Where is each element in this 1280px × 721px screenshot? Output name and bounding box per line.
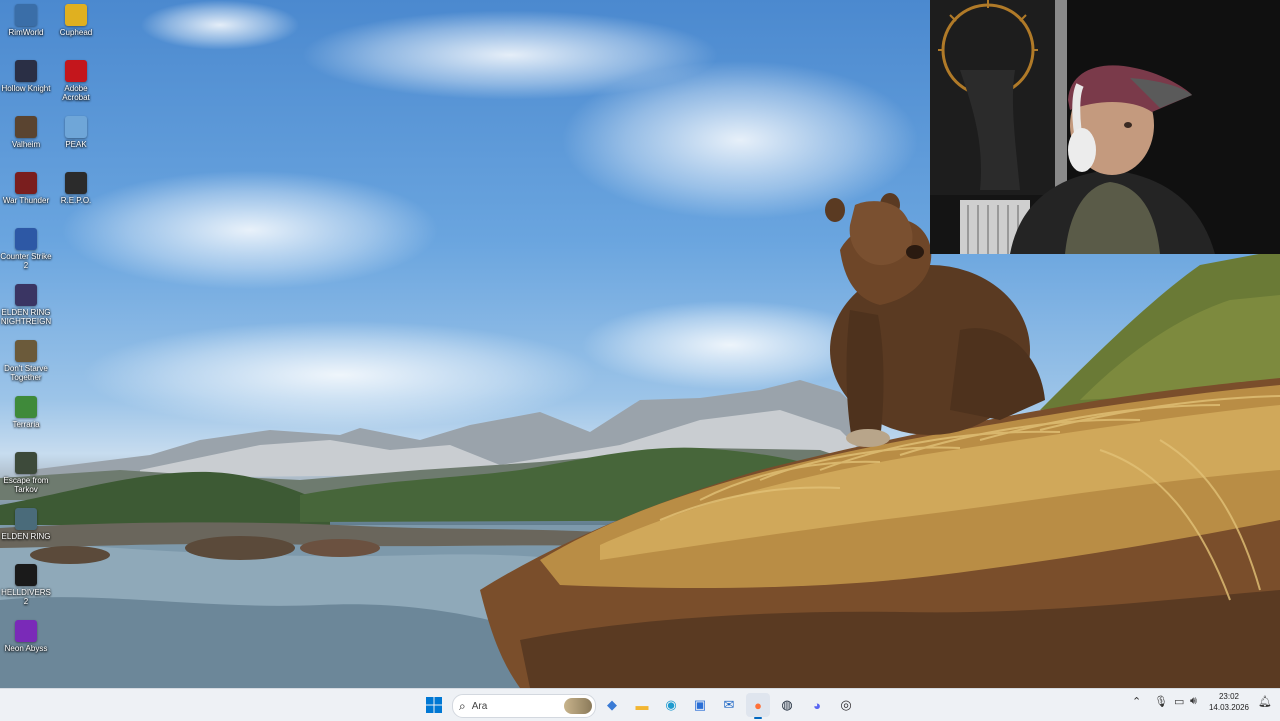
webcam-feed	[930, 0, 1280, 254]
desktop-shortcut-label: ELDEN RING NIGHTREIGN	[0, 308, 52, 326]
folder-icon[interactable]: ▬	[630, 693, 654, 717]
desktop-shortcut-label: PEAK	[65, 140, 87, 149]
discord-icon[interactable]: ◕	[805, 693, 829, 717]
rimworld-icon	[15, 4, 37, 26]
steam-glyph: ◍	[781, 697, 793, 712]
desktop-shortcut-label: War Thunder	[2, 196, 50, 205]
obs-icon[interactable]: ◎	[834, 693, 858, 717]
cs2-icon	[15, 228, 37, 250]
search-icon: ⌕	[459, 698, 466, 713]
obs-glyph: ◎	[840, 697, 852, 712]
terraria-icon	[15, 396, 37, 418]
steam-icon[interactable]: ◍	[775, 693, 799, 717]
taskbar-search-box[interactable]: ⌕ Ara	[452, 694, 596, 718]
desktop-shortcut-label: Counter Strike 2	[0, 252, 52, 270]
desktop-shortcut-label: Don't Starve Together	[4, 364, 48, 382]
outlook-glyph: ✉	[723, 697, 735, 712]
desktop-shortcut-label: Cuphead	[59, 28, 93, 37]
desktop-shortcut-label: Hollow Knight	[1, 84, 51, 93]
elden-ring-icon	[15, 508, 37, 530]
desktop-shortcut-label: Escape from Tarkov	[3, 476, 49, 494]
chevron-up-icon[interactable]: ⌃	[1132, 695, 1141, 708]
volume-icon[interactable]: 🔊︎	[1190, 695, 1197, 708]
nightreign-icon	[15, 284, 37, 306]
neon-abyss-icon	[15, 620, 37, 642]
desktop-shortcut[interactable]: Don't Starve Together	[0, 340, 52, 382]
desktop-shortcut-label: HELLDIVERS 2	[1, 588, 51, 606]
store-icon[interactable]: ▣	[688, 693, 712, 717]
desktop-shortcut-label: Terraria	[12, 420, 40, 429]
desktop-shortcut[interactable]: R.E.P.O.	[50, 172, 102, 205]
desktop-shortcut[interactable]: ELDEN RING NIGHTREIGN	[0, 284, 52, 326]
store-glyph: ▣	[693, 697, 707, 712]
webcam-overlay	[930, 0, 1280, 254]
desktop-shortcut[interactable]: ELDEN RING	[0, 508, 52, 541]
desktop-shortcut[interactable]: RimWorld	[0, 4, 52, 37]
file-explorer-glyph: ▬	[635, 697, 649, 713]
desktop-shortcut-label: RimWorld	[8, 28, 44, 37]
notification-bell-icon[interactable]: 🔔︎	[1258, 695, 1272, 708]
widgets-glyph: ◆	[607, 697, 617, 712]
valheim-icon	[15, 116, 37, 138]
discord-glyph: ◕	[813, 697, 821, 713]
repo-icon	[65, 172, 87, 194]
desktop-shortcut[interactable]: Escape from Tarkov	[0, 452, 52, 494]
network-icon[interactable]: ▭	[1174, 695, 1184, 708]
desktop-shortcut-label: ELDEN RING	[1, 532, 51, 541]
widgets-icon[interactable]: ◆	[600, 693, 624, 717]
clock-date: 14.03.2026	[1208, 703, 1250, 712]
dont-starve-icon	[15, 340, 37, 362]
desktop-shortcut[interactable]: Adobe Acrobat	[50, 60, 102, 102]
helldivers-icon	[15, 564, 37, 586]
windows-start-icon[interactable]	[422, 693, 446, 717]
hollow-knight-icon	[15, 60, 37, 82]
taskbar: ⌕ Ara ◆ ▬ ◉ ▣ ✉ ● ◍ ◕ ◎ ⌃ 🎙︎ ▭ 🔊︎ 23:02 14.03.20…	[0, 688, 1280, 721]
edge-icon[interactable]: ◉	[659, 693, 683, 717]
peak-icon	[65, 116, 87, 138]
desktop-shortcut[interactable]: Cuphead	[50, 4, 102, 37]
firefox-icon[interactable]: ●	[746, 693, 770, 719]
clock-time: 23:02	[1218, 692, 1240, 701]
desktop-shortcut-label: R.E.P.O.	[60, 196, 92, 205]
desktop-shortcut[interactable]: Valheim	[0, 116, 52, 149]
desktop-shortcut[interactable]: Counter Strike 2	[0, 228, 52, 270]
desktop-shortcut-label: Valheim	[11, 140, 41, 149]
outlook-icon[interactable]: ✉	[717, 693, 741, 717]
system-clock[interactable]: 23:02 14.03.2026	[1204, 691, 1254, 713]
desktop-shortcut[interactable]: HELLDIVERS 2	[0, 564, 52, 606]
desktop-shortcut[interactable]: PEAK	[50, 116, 102, 149]
desktop-shortcut[interactable]: Hollow Knight	[0, 60, 52, 93]
microphone-icon[interactable]: 🎙︎	[1154, 695, 1168, 708]
desktop-shortcut[interactable]: Neon Abyss	[0, 620, 52, 653]
search-placeholder: Ara	[471, 700, 488, 712]
firefox-glyph: ●	[754, 697, 762, 713]
acrobat-icon	[65, 60, 87, 82]
tarkov-icon	[15, 452, 37, 474]
desktop-shortcut[interactable]: War Thunder	[0, 172, 52, 205]
desktop-shortcut[interactable]: Terraria	[0, 396, 52, 429]
search-highlight-image	[564, 698, 592, 714]
edge-glyph: ◉	[665, 697, 677, 712]
cuphead-icon	[65, 4, 87, 26]
desktop-wallpaper: RimWorld Cuphead Hollow Knight Adobe Acroba…	[0, 0, 1280, 688]
desktop-shortcut-label: Adobe Acrobat	[62, 84, 90, 102]
desktop-shortcut-label: Neon Abyss	[4, 644, 48, 653]
war-thunder-icon	[15, 172, 37, 194]
